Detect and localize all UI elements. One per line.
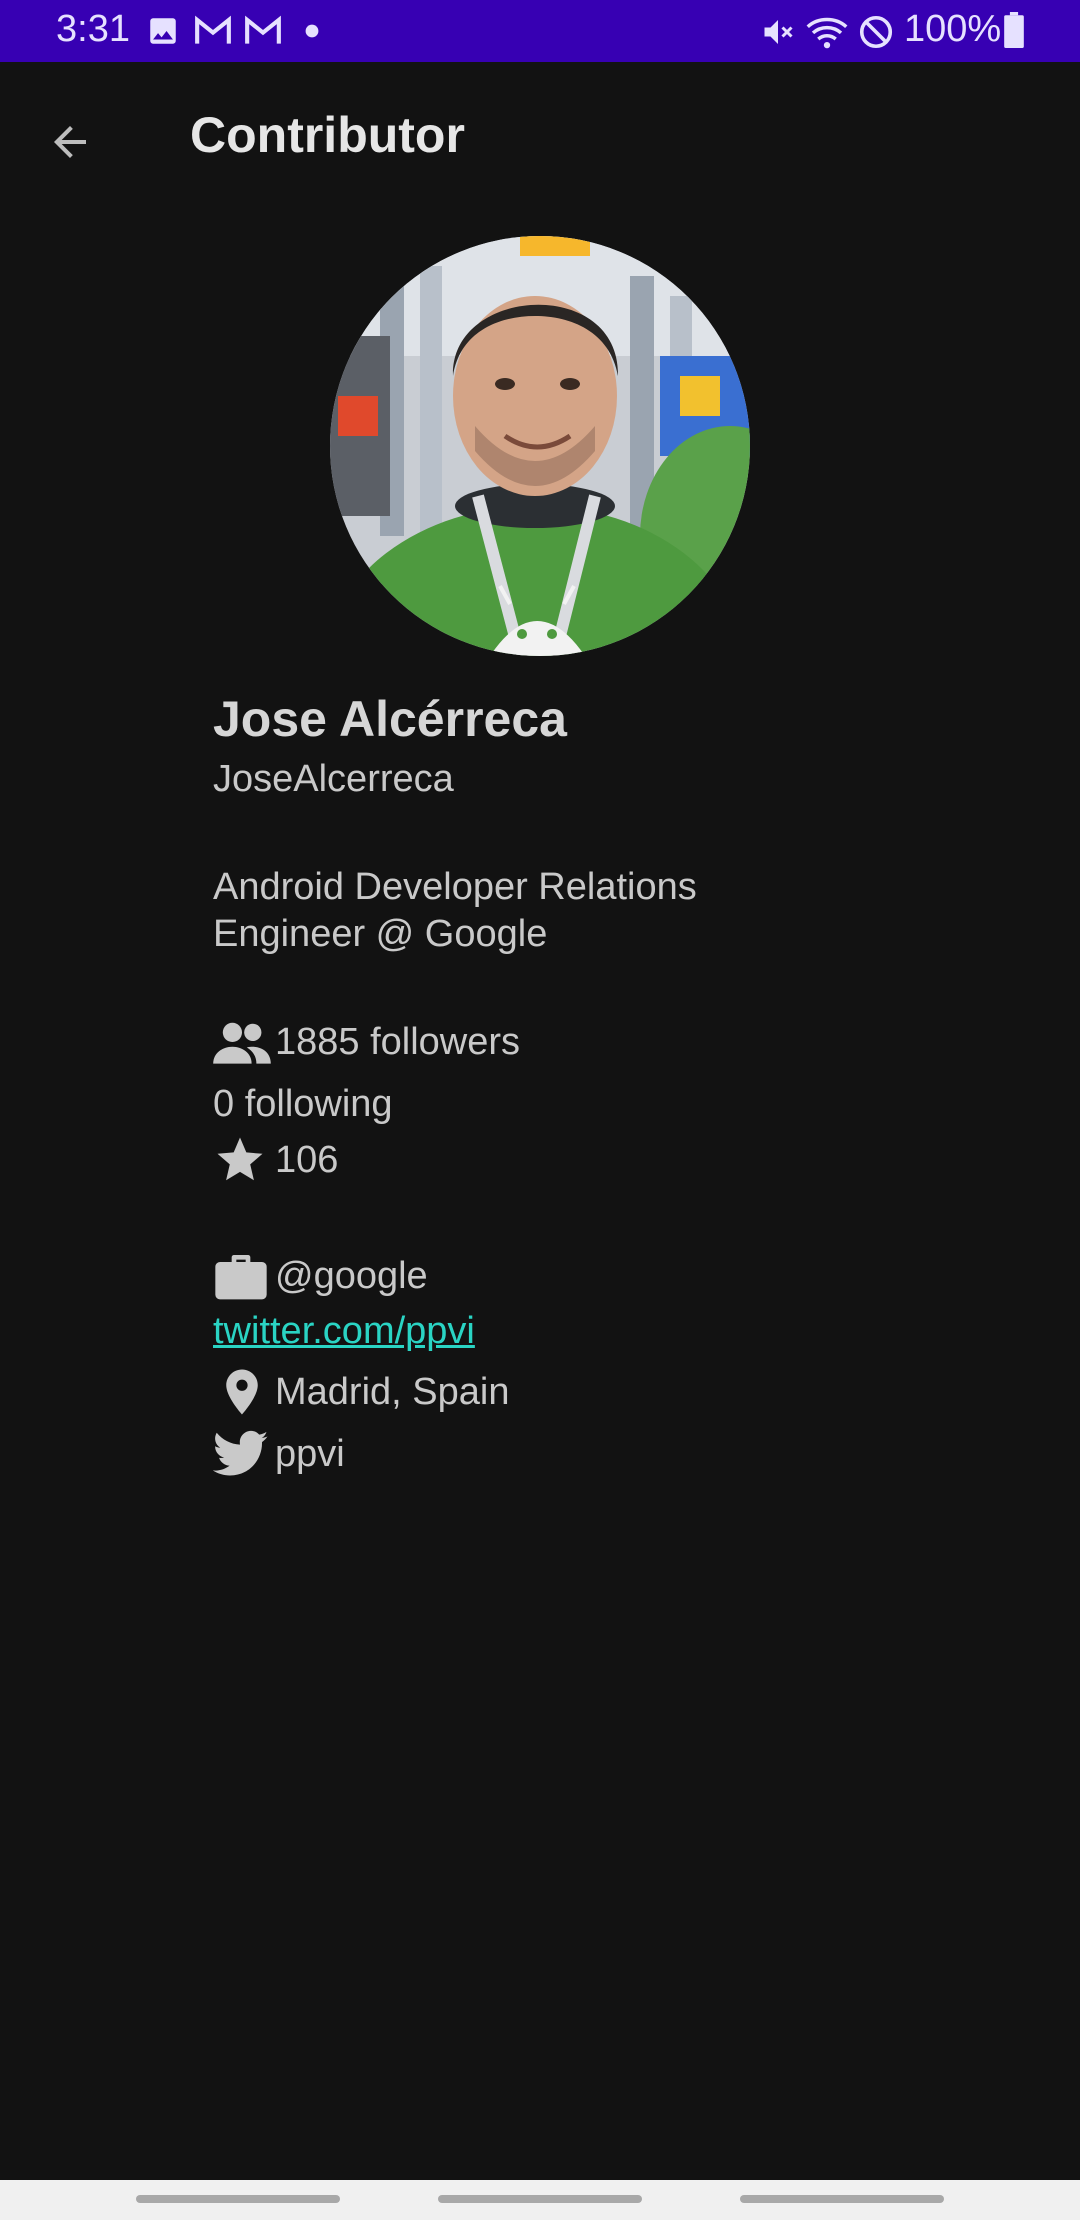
star-icon [217, 1137, 263, 1181]
twitter-bird-icon [213, 1430, 269, 1476]
stars-count: 106 [275, 1138, 339, 1181]
nav-home-button[interactable] [438, 2195, 642, 2203]
contributor-bio: Android Developer Relations Engineer @ G… [213, 866, 697, 955]
wifi-icon [806, 17, 848, 49]
avatar [330, 236, 750, 656]
gmail-icon [245, 15, 281, 44]
status-time: 3:31 [56, 8, 130, 50]
company-row: @google [213, 1248, 428, 1304]
following-row: 0 following [213, 1076, 393, 1132]
battery-icon [1004, 12, 1024, 48]
app-bar: Contributor [0, 62, 1080, 212]
followers-row: 1885 followers [213, 1014, 520, 1070]
people-icon [213, 1022, 271, 1064]
back-button[interactable] [30, 102, 110, 182]
arrow-back-icon [54, 126, 86, 158]
mute-icon [764, 20, 793, 44]
contributor-login: JoseAlcerreca [213, 758, 454, 800]
navigation-bar [0, 2180, 1080, 2220]
nav-recents-button[interactable] [136, 2195, 340, 2203]
status-bar: 3:31 100% [0, 0, 1080, 62]
location-row: Madrid, Spain [213, 1364, 509, 1420]
do-not-disturb-icon [859, 15, 893, 49]
page-title: Contributor [190, 107, 465, 163]
followers-count: 1885 followers [275, 1020, 521, 1063]
twitter-handle: ppvi [275, 1432, 345, 1475]
battery-percent: 100% [904, 8, 1002, 50]
following-count: 0 following [213, 1082, 393, 1125]
location-pin-icon [226, 1369, 258, 1415]
briefcase-icon [215, 1255, 267, 1300]
contributor-name: Jose Alcérreca [213, 691, 567, 747]
blog-link[interactable]: twitter.com/ppvi [213, 1310, 475, 1353]
dot-icon [305, 24, 319, 38]
gmail-icon [195, 15, 231, 44]
nav-back-button[interactable] [740, 2195, 944, 2203]
avatar-image [330, 236, 750, 656]
company-name: @google [275, 1254, 428, 1297]
image-icon [150, 18, 176, 44]
location-text: Madrid, Spain [275, 1370, 510, 1413]
twitter-row: ppvi [213, 1426, 345, 1482]
stars-row: 106 [213, 1132, 338, 1188]
